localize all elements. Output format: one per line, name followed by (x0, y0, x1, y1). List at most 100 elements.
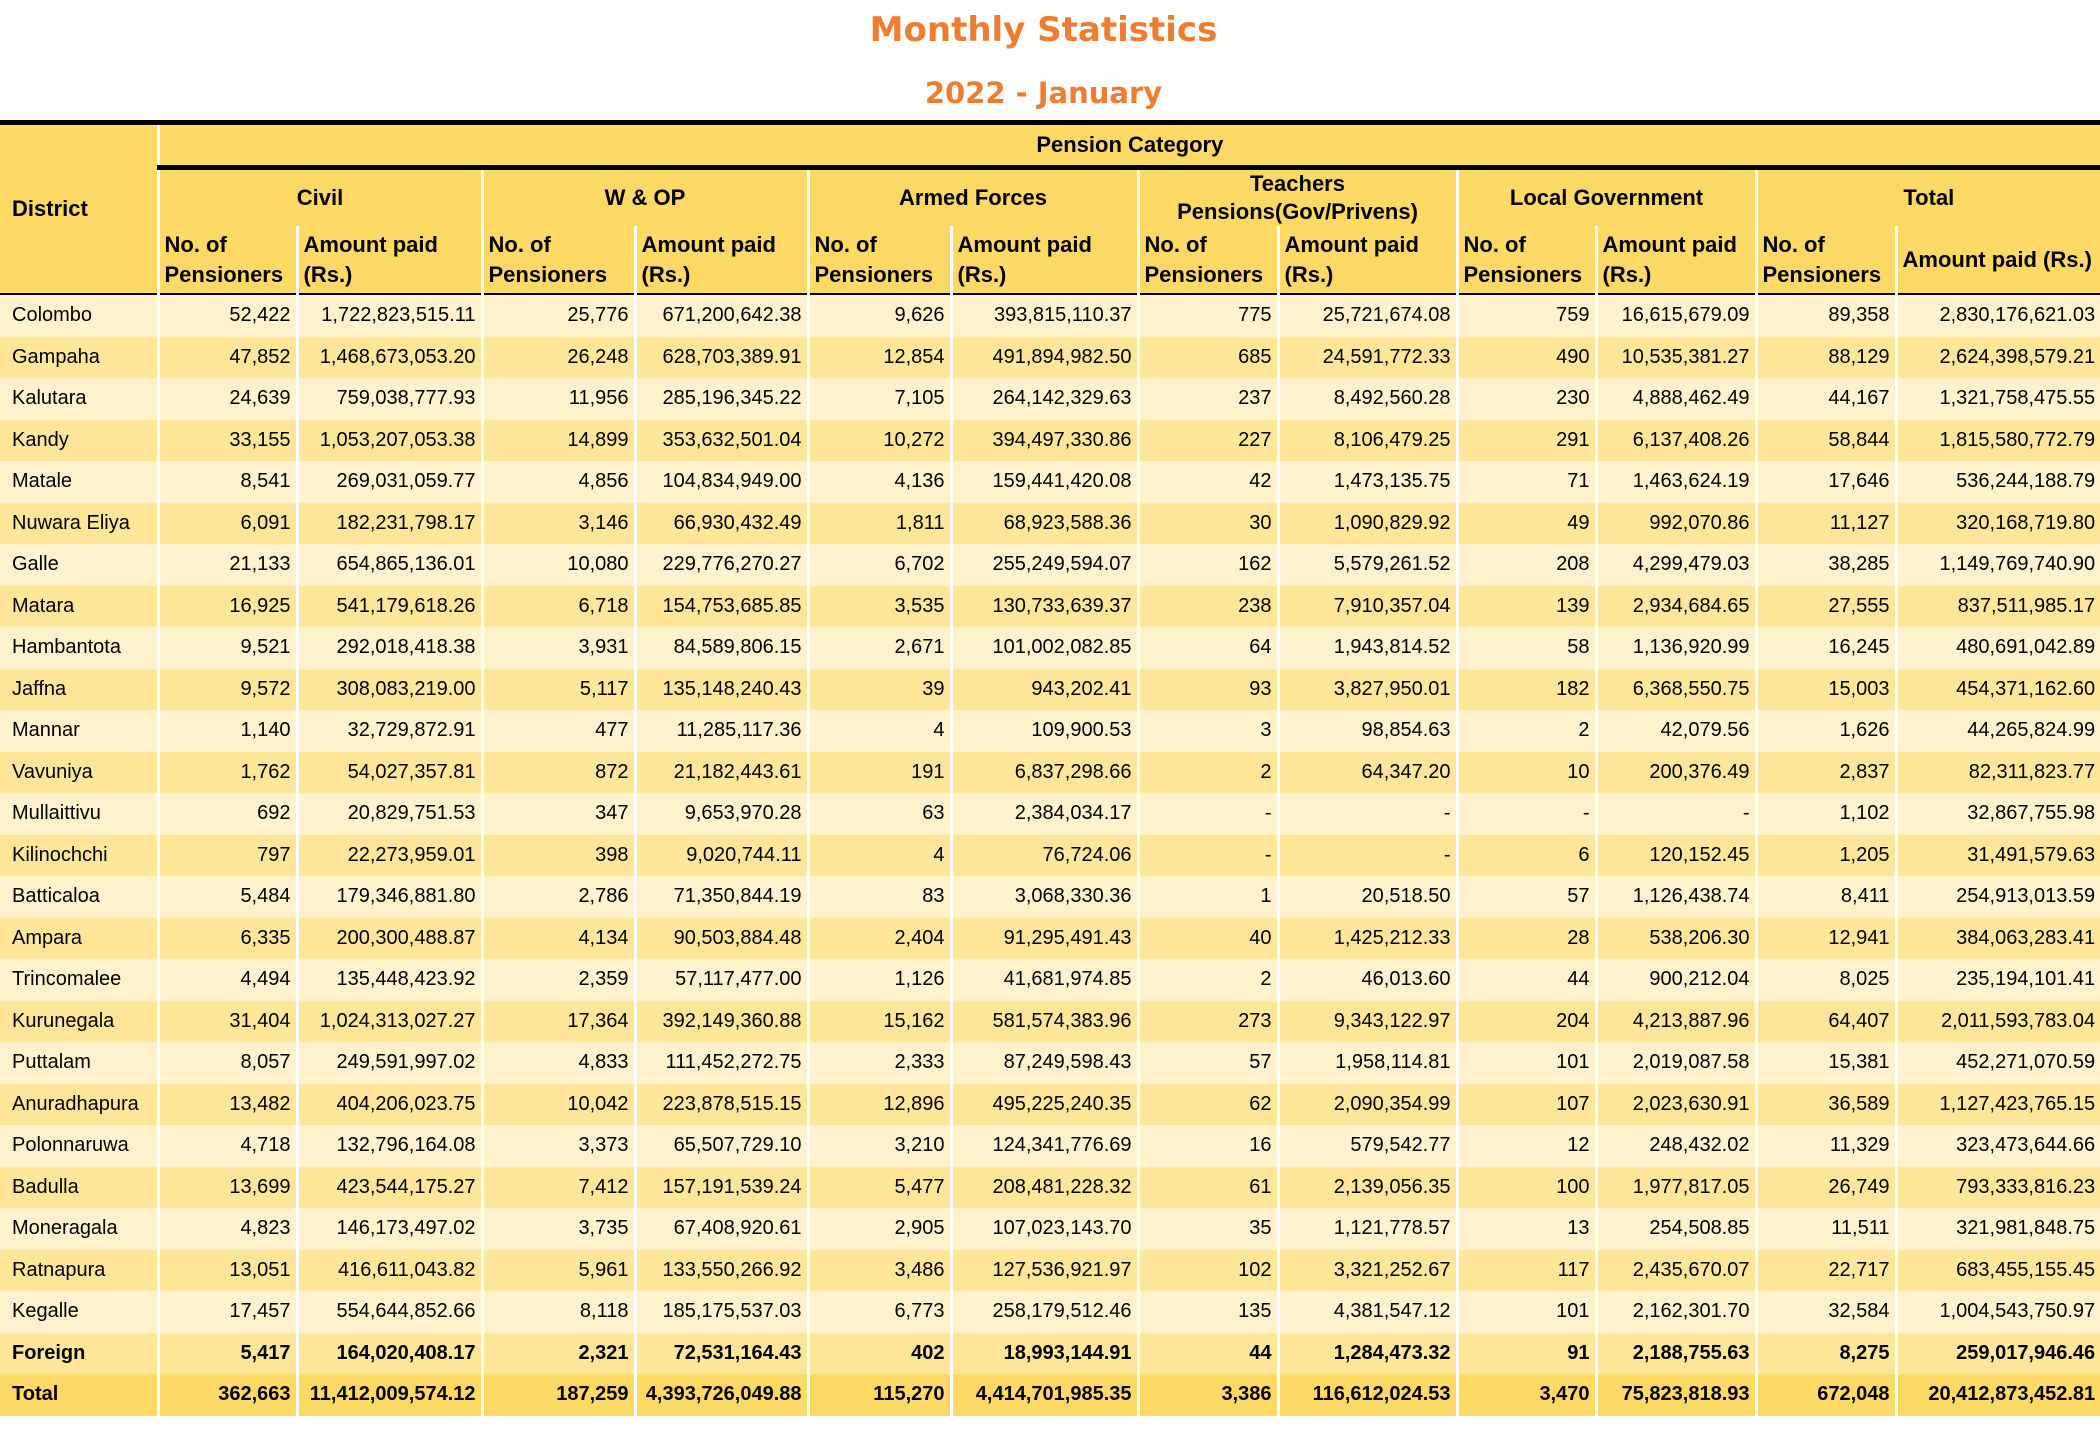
pensioner-count-cell: 10 (1455, 751, 1596, 793)
amount-paid-cell: 11,412,009,574.12 (295, 1374, 482, 1416)
pensioner-count-cell: 13,051 (156, 1249, 297, 1291)
pensioner-count-cell: 490 (1455, 336, 1596, 378)
amount-paid-cell: 41,681,974.85 (949, 959, 1138, 1001)
district-name-cell: Ampara (0, 917, 158, 959)
amount-paid-cell: 269,031,059.77 (295, 461, 482, 503)
amount-paid-cell: 1,815,580,772.79 (1894, 419, 2100, 461)
pensioner-count-cell: 101 (1455, 1042, 1596, 1084)
pensioner-count-cell: 101 (1455, 1291, 1596, 1333)
pensioner-count-cell: 1,626 (1754, 710, 1896, 752)
amount-paid-cell: 109,900.53 (949, 710, 1138, 752)
amount-paid-cell: 255,249,594.07 (949, 544, 1138, 586)
pensioner-count-cell: 57 (1455, 876, 1596, 918)
pensioner-count-cell: 398 (480, 834, 635, 876)
amount-paid-cell: 4,414,701,985.35 (949, 1374, 1138, 1416)
pensioner-count-cell: 6,335 (156, 917, 297, 959)
pensioner-count-cell: 3,486 (806, 1249, 951, 1291)
amount-paid-cell: 1,463,624.19 (1594, 461, 1756, 503)
pensioner-count-cell: 3,931 (480, 627, 635, 669)
group-header-civil: Civil (156, 165, 482, 226)
amount-paid-cell: 98,854.63 (1276, 710, 1457, 752)
table-row: Mullaittivu 692 20,829,751.53 347 9,653,970.… (0, 793, 2100, 835)
pensioner-count-cell: 5,417 (156, 1332, 297, 1374)
column-header-no-of-pensioners: No. of Pensioners (1455, 226, 1596, 295)
table-row: Jaffna 9,572 308,083,219.00 5,117 135,148,24… (0, 668, 2100, 710)
amount-paid-cell: 21,182,443.61 (633, 751, 808, 793)
pensioner-count-cell: - (1136, 793, 1278, 835)
amount-paid-cell: 249,591,997.02 (295, 1042, 482, 1084)
amount-paid-cell: 42,079.56 (1594, 710, 1756, 752)
pensioner-count-cell: 31,404 (156, 1000, 297, 1042)
amount-paid-cell: 2,830,176,621.03 (1894, 294, 2100, 337)
pensioner-count-cell: 17,457 (156, 1291, 297, 1333)
amount-paid-cell: 107,023,143.70 (949, 1208, 1138, 1250)
amount-paid-cell: - (1276, 834, 1457, 876)
pensioner-count-cell: 5,484 (156, 876, 297, 918)
pensioner-count-cell: 89,358 (1754, 294, 1896, 337)
pensioner-count-cell: 3,210 (806, 1125, 951, 1167)
pensioner-count-cell: 237 (1136, 378, 1278, 420)
amount-paid-cell: 65,507,729.10 (633, 1125, 808, 1167)
pensioner-count-cell: 1,102 (1754, 793, 1896, 835)
pensioner-count-cell: 5,117 (480, 668, 635, 710)
amount-paid-cell: 392,149,360.88 (633, 1000, 808, 1042)
pensioner-count-cell: 62 (1136, 1083, 1278, 1125)
amount-paid-cell: 2,435,670.07 (1594, 1249, 1756, 1291)
pensioner-count-cell: 9,572 (156, 668, 297, 710)
amount-paid-cell: 353,632,501.04 (633, 419, 808, 461)
table-row: Batticaloa 5,484 179,346,881.80 2,786 71,350… (0, 876, 2100, 918)
table-row: Kurunegala 31,404 1,024,313,027.27 17,364 39… (0, 1000, 2100, 1042)
pensioner-count-cell: 30 (1136, 502, 1278, 544)
table-row: Matara 16,925 541,179,618.26 6,718 154,753,6… (0, 585, 2100, 627)
amount-paid-cell: 20,412,873,452.81 (1894, 1374, 2100, 1416)
amount-paid-cell: 66,930,432.49 (633, 502, 808, 544)
pensioner-count-cell: 5,961 (480, 1249, 635, 1291)
pensioner-count-cell: 11,956 (480, 378, 635, 420)
pensioner-count-cell: 5,477 (806, 1166, 951, 1208)
amount-paid-cell: 2,162,301.70 (1594, 1291, 1756, 1333)
amount-paid-cell: 132,796,164.08 (295, 1125, 482, 1167)
pensioner-count-cell: 36,589 (1754, 1083, 1896, 1125)
district-name-cell: Puttalam (0, 1042, 158, 1084)
amount-paid-cell: 671,200,642.38 (633, 294, 808, 337)
pensioner-count-cell: 2,837 (1754, 751, 1896, 793)
district-name-cell: Kandy (0, 419, 158, 461)
district-name-cell: Kilinochchi (0, 834, 158, 876)
amount-paid-cell: 2,139,056.35 (1276, 1166, 1457, 1208)
district-name-cell: Polonnaruwa (0, 1125, 158, 1167)
pensioner-count-cell: 402 (806, 1332, 951, 1374)
pensioner-count-cell: 12,854 (806, 336, 951, 378)
amount-paid-cell: 179,346,881.80 (295, 876, 482, 918)
district-name-cell: Badulla (0, 1166, 158, 1208)
pensioner-count-cell: 797 (156, 834, 297, 876)
pensioner-count-cell: 11,511 (1754, 1208, 1896, 1250)
amount-paid-cell: 992,070.86 (1594, 502, 1756, 544)
pensioner-count-cell: 2,404 (806, 917, 951, 959)
pensioner-count-cell: 32,584 (1754, 1291, 1896, 1333)
district-name-cell: Mullaittivu (0, 793, 158, 835)
amount-paid-cell: 46,013.60 (1276, 959, 1457, 1001)
pensioner-count-cell: 6,773 (806, 1291, 951, 1333)
amount-paid-cell: 31,491,579.63 (1894, 834, 2100, 876)
pensioner-count-cell: 8,275 (1754, 1332, 1896, 1374)
amount-paid-cell: 9,343,122.97 (1276, 1000, 1457, 1042)
group-header-teachers: Teachers Pensions(Gov/Privens) (1136, 165, 1457, 226)
pensioner-count-cell: 1,205 (1754, 834, 1896, 876)
district-name-cell: Gampaha (0, 336, 158, 378)
table-row: Mannar 1,140 32,729,872.91 477 11,285,117.36… (0, 710, 2100, 752)
amount-paid-cell: 90,503,884.48 (633, 917, 808, 959)
table-row: Vavuniya 1,762 54,027,357.81 872 21,182,443.… (0, 751, 2100, 793)
pensioner-count-cell: 21,133 (156, 544, 297, 586)
pensioner-count-cell: 9,626 (806, 294, 951, 337)
pensioner-count-cell: 4,134 (480, 917, 635, 959)
amount-paid-cell: 480,691,042.89 (1894, 627, 2100, 669)
pensioner-count-cell: 1,140 (156, 710, 297, 752)
amount-paid-cell: 454,371,162.60 (1894, 668, 2100, 710)
pensioner-count-cell: 208 (1455, 544, 1596, 586)
amount-paid-cell: 116,612,024.53 (1276, 1374, 1457, 1416)
pensioner-count-cell: 8,025 (1754, 959, 1896, 1001)
pensioner-count-cell: 44,167 (1754, 378, 1896, 420)
pensioner-count-cell: 187,259 (480, 1374, 635, 1416)
pensioner-count-cell: 13,482 (156, 1083, 297, 1125)
district-name-cell: Mannar (0, 710, 158, 752)
